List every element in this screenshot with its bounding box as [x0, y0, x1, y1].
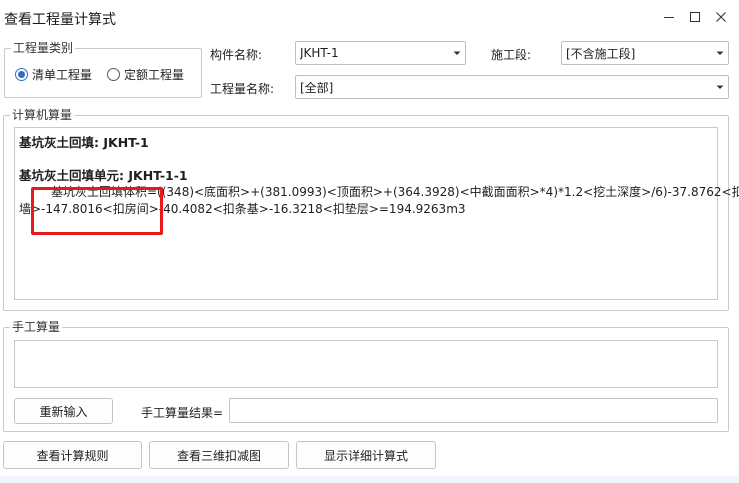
view-3d-deduction-button[interactable]: 查看三维扣减图 — [149, 441, 289, 469]
title-bar: 查看工程量计算式 — [0, 0, 739, 34]
manual-calc-textarea[interactable] — [14, 340, 718, 388]
radio-quota-quantity[interactable]: 定额工程量 — [107, 66, 184, 83]
quantity-category-legend: 工程量类别 — [11, 41, 76, 55]
radio-selected-icon — [15, 68, 28, 81]
quantity-category-group: 工程量类别 清单工程量 定额工程量 — [4, 41, 202, 98]
component-name-dropdown[interactable]: JKHT-1 — [295, 41, 466, 65]
close-icon[interactable] — [709, 6, 733, 28]
quantity-name-label: 工程量名称: — [210, 82, 275, 96]
radio-unselected-icon — [107, 68, 120, 81]
manual-calc-legend: 手工算量 — [10, 320, 63, 334]
construction-stage-dropdown[interactable]: [不含施工段] — [561, 41, 729, 65]
component-name-value: JKHT-1 — [300, 46, 339, 60]
radio-bill-quantity-label: 清单工程量 — [32, 68, 93, 82]
taskbar-edge — [0, 476, 739, 483]
computer-calc-textarea[interactable]: 基坑灰土回填: JKHT-1 基坑灰土回填单元: JKHT-1-1 基坑灰土回填… — [14, 127, 739, 300]
quantity-name-dropdown[interactable]: [全部] — [295, 75, 729, 99]
construction-stage-value: [不含施工段] — [566, 46, 636, 61]
calc-formula-continuation: 墙>-147.8016<扣房间>-40.4082<扣条基>-16.3218<扣垫… — [19, 202, 466, 216]
maximize-icon[interactable] — [683, 6, 707, 28]
radio-quota-quantity-label: 定额工程量 — [124, 68, 185, 82]
show-detail-formula-button[interactable]: 显示详细计算式 — [296, 441, 436, 469]
chevron-down-icon — [712, 51, 728, 56]
view-calc-rules-button[interactable]: 查看计算规则 — [3, 441, 142, 469]
window-title: 查看工程量计算式 — [4, 12, 116, 28]
construction-stage-label: 施工段: — [491, 48, 532, 62]
manual-result-label: 手工算量结果= — [141, 406, 224, 420]
chevron-down-icon — [449, 51, 465, 56]
manual-result-input[interactable] — [229, 398, 718, 423]
minimize-icon[interactable] — [657, 6, 681, 28]
reinput-button[interactable]: 重新输入 — [14, 398, 113, 424]
component-name-label: 构件名称: — [210, 48, 263, 62]
calc-formula-line: 基坑灰土回填体积=((348)<底面积>+(381.0993)<顶面积>+(36… — [51, 185, 739, 199]
quantity-name-value: [全部] — [300, 80, 334, 95]
chevron-down-icon — [712, 85, 728, 90]
calc-component-line: 基坑灰土回填: JKHT-1 — [19, 135, 149, 150]
radio-bill-quantity[interactable]: 清单工程量 — [15, 66, 92, 83]
dialog-window: 查看工程量计算式 工程量类别 清单工程量 定额工程量 构件名称: JKHT-1 … — [0, 0, 739, 483]
calc-unit-line: 基坑灰土回填单元: JKHT-1-1 — [19, 168, 188, 183]
computer-calc-legend: 计算机算量 — [10, 108, 75, 122]
